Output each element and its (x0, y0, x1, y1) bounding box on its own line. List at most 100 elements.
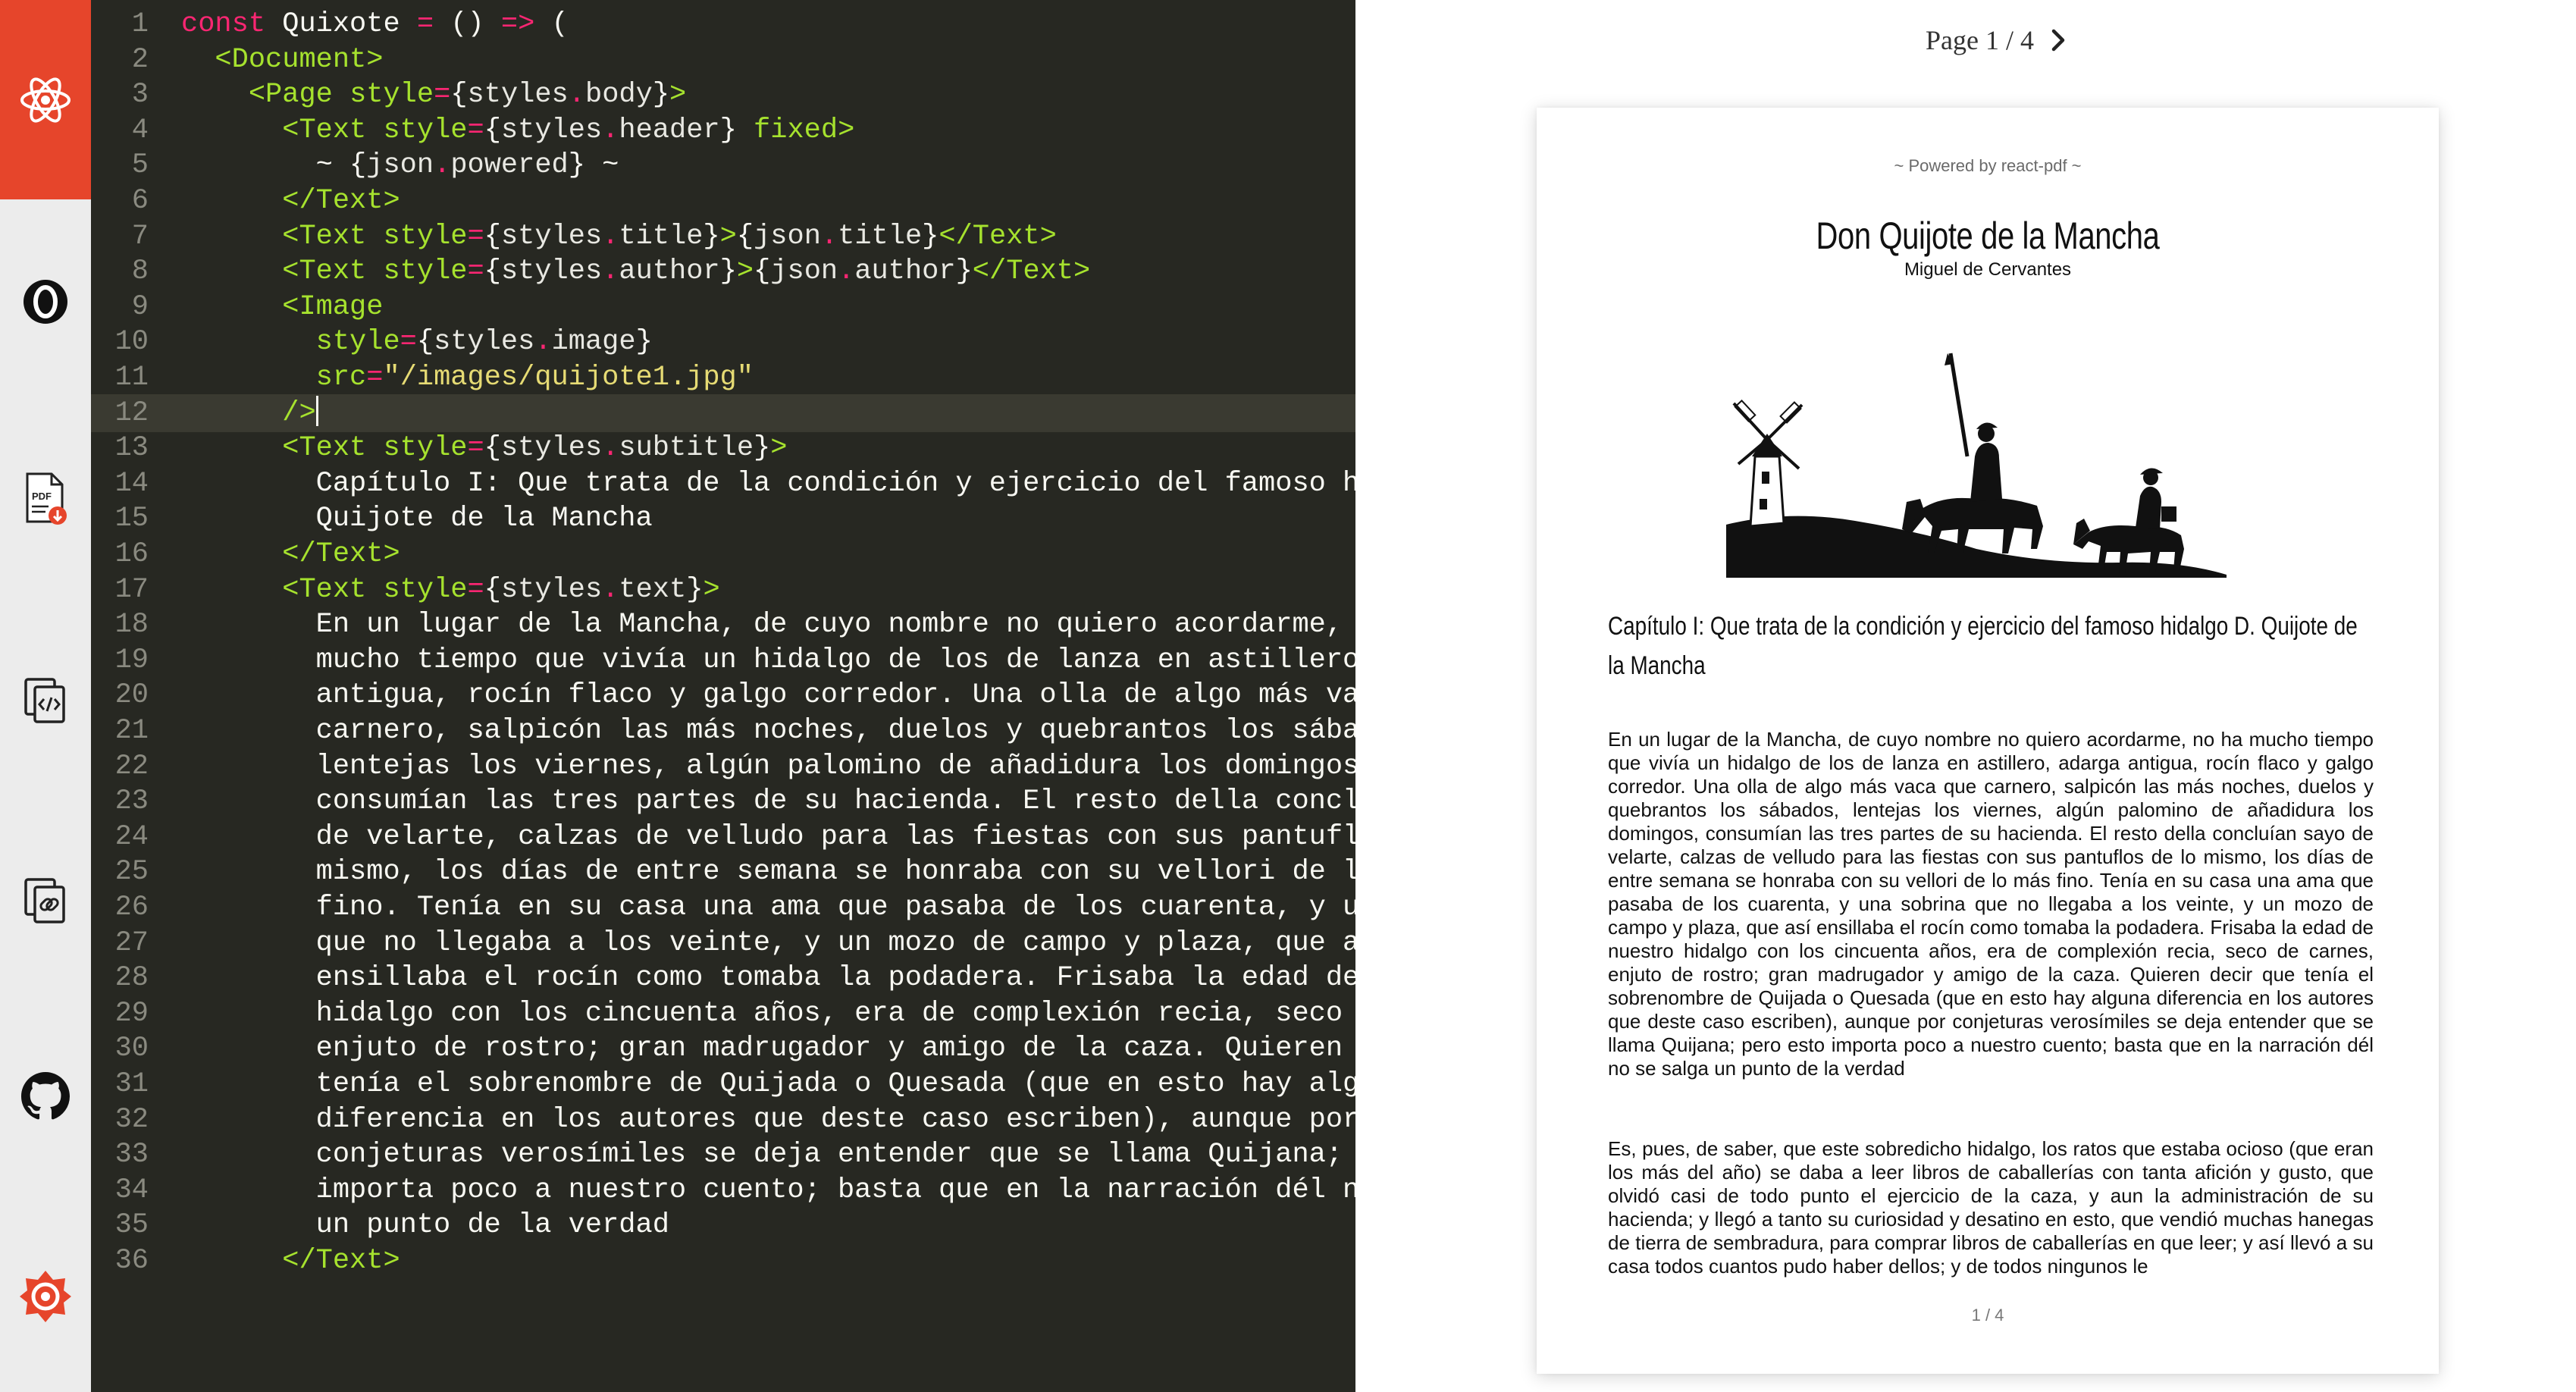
code-token: author (854, 256, 956, 288)
code-line[interactable]: 5 ~ {json.powered} ~ (91, 146, 1355, 184)
code-line[interactable]: 2 <Document> (91, 41, 1355, 79)
code-text: tenía el sobrenombre de Quijada o Quesad… (181, 1065, 1355, 1103)
code-token: header (619, 114, 720, 146)
code-line[interactable]: 16 </Text> (91, 535, 1355, 573)
code-line[interactable]: 8 <Text style={styles.author}>{json.auth… (91, 252, 1355, 290)
code-line[interactable]: 21 carnero, salpicón las más noches, due… (91, 712, 1355, 750)
code-line[interactable]: 30 enjuto de rostro; gran madrugador y a… (91, 1030, 1355, 1068)
code-line[interactable]: 17 <Text style={styles.text}> (91, 571, 1355, 609)
code-line[interactable]: 35 un punto de la verdad (91, 1206, 1355, 1244)
code-text: carnero, salpicón las más noches, duelos… (181, 712, 1355, 750)
code-line[interactable]: 24 de velarte, calzas de velludo para la… (91, 818, 1355, 856)
code-text: style={styles.image} (181, 323, 653, 361)
code-line[interactable]: 1 const Quixote = () => ( (91, 5, 1355, 43)
code-line[interactable]: 28 ensillaba el rocín como tomaba la pod… (91, 959, 1355, 997)
line-number: 32 (114, 1103, 149, 1136)
line-number: 2 (131, 43, 149, 76)
code-token: styles (467, 79, 569, 111)
code-token: title (838, 220, 923, 252)
code-token: </Text> (939, 220, 1057, 252)
code-text: <Text style={styles.header} fixed> (181, 111, 854, 149)
code-line[interactable]: 22 lentejas los viernes, algún palomino … (91, 748, 1355, 785)
opencollective-icon[interactable] (18, 274, 73, 329)
code-token: styles (500, 432, 603, 465)
line-number: 21 (114, 715, 149, 747)
copy-code-icon[interactable] (18, 673, 73, 728)
code-line[interactable]: 19 mucho tiempo que vivía un hidalgo de … (91, 641, 1355, 679)
code-line[interactable]: 26 fino. Tenía en su casa una ama que pa… (91, 889, 1355, 926)
code-text: /> (181, 394, 318, 432)
line-number: 30 (114, 1033, 149, 1065)
code-token: { (450, 79, 468, 111)
code-text: src="/images/quijote1.jpg" (181, 359, 754, 397)
copy-link-icon[interactable] (18, 873, 73, 928)
code-token: src (315, 362, 367, 393)
line-number: 16 (114, 538, 149, 570)
line-number: 27 (114, 926, 149, 959)
code-token: } (754, 432, 771, 465)
code-line[interactable]: 32 diferencia en los autores que deste c… (91, 1101, 1355, 1139)
code-token: styles (500, 256, 603, 288)
code-token: => (500, 8, 535, 40)
code-line[interactable]: 10 style={styles.image} (91, 323, 1355, 361)
code-token: { (484, 220, 501, 252)
code-token: </Text> (282, 185, 400, 217)
code-token: . (534, 326, 552, 359)
code-line[interactable]: 7 <Text style={styles.title}>{json.title… (91, 218, 1355, 256)
code-line[interactable]: 27 que no llegaba a los veinte, y un moz… (91, 924, 1355, 962)
code-line[interactable]: 4 <Text style={styles.header} fixed> (91, 111, 1355, 149)
code-text: ensillaba el rocín como tomaba la podade… (181, 959, 1355, 997)
pdf-title: Don Quijote de la Mancha (1816, 215, 2160, 257)
code-line[interactable]: 3 <Page style={styles.body}> (91, 76, 1355, 114)
code-token: </Text> (972, 256, 1091, 288)
code-token: que no llegaba a los veinte, y un mozo d… (181, 926, 1355, 959)
code-token: style (349, 79, 434, 111)
code-token: un punto de la verdad (181, 1209, 669, 1242)
react-icon[interactable] (18, 73, 73, 127)
code-text: <Text style={styles.text}> (181, 571, 720, 609)
react-pdf-logo-icon[interactable] (18, 1269, 73, 1324)
code-line[interactable]: 12 /> (91, 393, 1355, 432)
code-line[interactable]: 33 conjeturas verosímiles se deja entend… (91, 1136, 1355, 1174)
github-icon[interactable] (18, 1069, 73, 1124)
line-number: 6 (131, 185, 149, 217)
pdf-download-icon[interactable]: PDF (18, 472, 73, 526)
code-editor[interactable]: 1 const Quixote = () => (2 <Document> 3 <P… (91, 0, 1355, 1392)
code-text: fino. Tenía en su casa una ama que pasab… (181, 889, 1355, 926)
code-line[interactable]: 11 src="/images/quijote1.jpg" (91, 359, 1355, 397)
code-line[interactable]: 9 <Image (91, 288, 1355, 326)
code-token: > (703, 573, 720, 606)
line-number: 19 (114, 644, 149, 676)
code-token: style (383, 220, 468, 252)
line-number: 17 (114, 573, 149, 606)
code-token: json (366, 149, 434, 182)
svg-text:PDF: PDF (32, 491, 52, 502)
code-token: de velarte, calzas de velludo para las f… (181, 820, 1355, 853)
code-token: > (736, 256, 754, 288)
code-line[interactable]: 14 Capítulo I: Que trata de la condición… (91, 465, 1355, 503)
code-line[interactable]: 34 importa poco a nuestro cuento; basta … (91, 1171, 1355, 1209)
code-line[interactable]: 20 antigua, rocín flaco y galgo corredor… (91, 676, 1355, 714)
code-text: mismo, los días de entre semana se honra… (181, 853, 1355, 891)
code-line[interactable]: 36 </Text> (91, 1242, 1355, 1280)
code-line[interactable]: 18 En un lugar de la Mancha, de cuyo nom… (91, 606, 1355, 644)
code-line[interactable]: 31 tenía el sobrenombre de Quijada o Que… (91, 1065, 1355, 1103)
chevron-right-icon[interactable] (2048, 27, 2069, 54)
line-number: 15 (114, 503, 149, 535)
code-token: <Text (282, 114, 384, 146)
code-line[interactable]: 15 Quijote de la Mancha (91, 500, 1355, 538)
code-token: Capítulo I: Que trata de la condición y … (181, 467, 1355, 500)
code-line[interactable]: 25 mismo, los días de entre semana se ho… (91, 853, 1355, 891)
code-line[interactable]: 13 <Text style={styles.subtitle}> (91, 429, 1355, 467)
code-token: <Document> (215, 43, 384, 76)
code-line[interactable]: 29 hidalgo con los cincuenta años, era d… (91, 995, 1355, 1033)
code-token: fixed (736, 114, 838, 146)
line-number: 13 (114, 432, 149, 465)
code-line[interactable]: 23 consumían las tres partes de su hacie… (91, 782, 1355, 820)
code-token: > (719, 220, 737, 252)
code-line[interactable]: 6 </Text> (91, 182, 1355, 220)
